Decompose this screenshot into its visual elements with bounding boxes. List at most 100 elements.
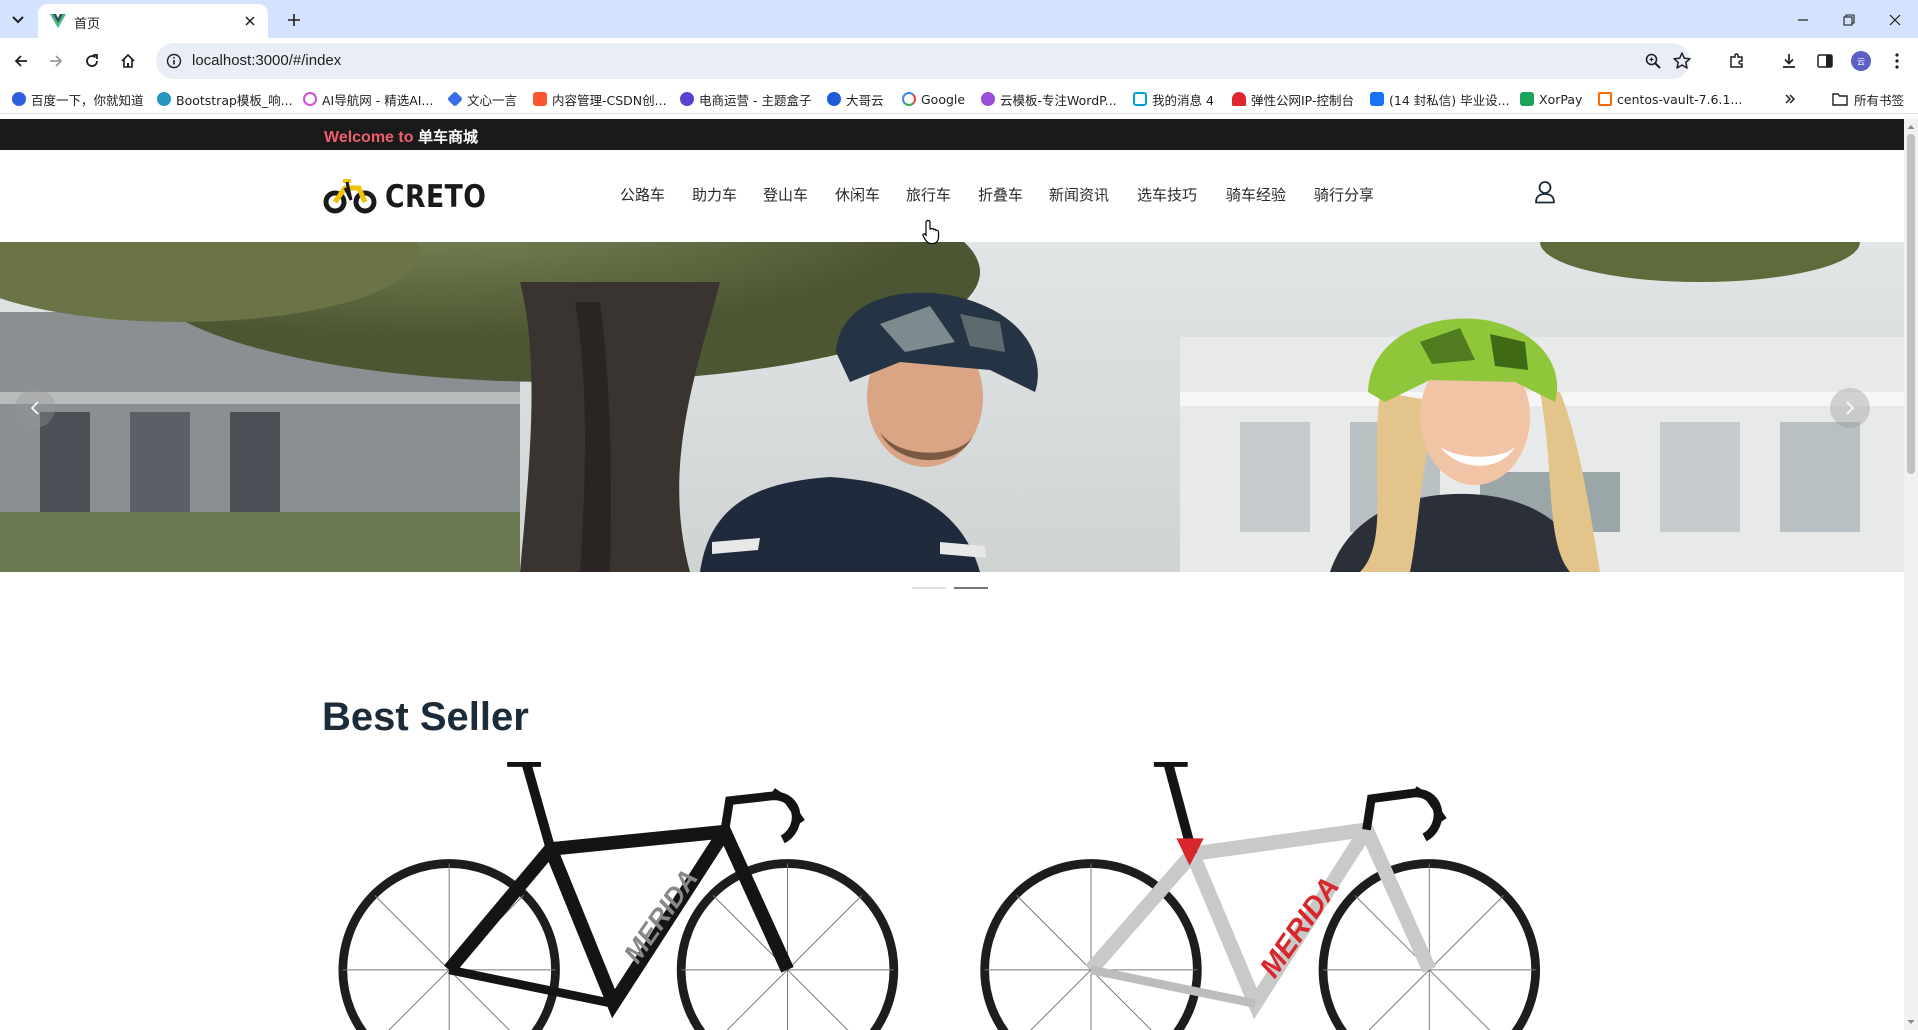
- chevron-down-icon: [12, 16, 24, 24]
- browser-tab-bar: 首页: [0, 0, 1918, 38]
- nav-mountain-bike[interactable]: 登山车: [763, 184, 808, 205]
- nav-folding-bike[interactable]: 折叠车: [978, 184, 1023, 205]
- folder-icon: [1832, 93, 1848, 106]
- bookmark-item[interactable]: 内容管理-CSDN创...: [533, 89, 667, 109]
- bookmark-item[interactable]: 云模板-专注WordP...: [981, 89, 1117, 109]
- bookmark-item[interactable]: 我的消息 4: [1133, 89, 1214, 109]
- bootstrap-icon: [157, 92, 171, 106]
- bookmark-label: 弹性公网IP-控制台: [1251, 92, 1354, 108]
- nav-riding-share[interactable]: 骑行分享: [1314, 184, 1374, 205]
- bookmark-label: 云模板-专注WordP...: [1000, 92, 1117, 108]
- nav-road-bike[interactable]: 公路车: [620, 184, 665, 205]
- bookmark-item[interactable]: 弹性公网IP-控制台: [1232, 89, 1354, 109]
- bookmark-item[interactable]: 电商运营 - 主题盒子: [680, 89, 811, 109]
- back-button[interactable]: [7, 47, 35, 75]
- carousel-indicator-2[interactable]: [954, 587, 988, 589]
- all-bookmarks-label: 所有书签: [1854, 92, 1905, 108]
- side-panel-icon: [1817, 54, 1833, 68]
- all-bookmarks-button[interactable]: 所有书签: [1832, 89, 1904, 109]
- new-tab-button[interactable]: [282, 8, 306, 32]
- nav-news[interactable]: 新闻资讯: [1049, 184, 1109, 205]
- bookmark-item[interactable]: 文心一言: [447, 89, 517, 109]
- extensions-button[interactable]: [1724, 48, 1750, 74]
- product-image-silver-road-bike[interactable]: MERIDA: [975, 762, 1555, 1030]
- bookmark-label: Bootstrap模板_响...: [176, 92, 293, 108]
- aliyun-icon: [1598, 92, 1612, 106]
- theme-box-icon: [680, 92, 694, 106]
- tab-search-button[interactable]: [6, 8, 30, 32]
- chevron-right-icon: [1846, 401, 1855, 415]
- site-logo[interactable]: CRETO: [323, 176, 486, 216]
- close-window-button[interactable]: [1872, 6, 1918, 34]
- arrow-left-icon: [14, 55, 27, 67]
- google-icon: [902, 92, 916, 106]
- active-tab[interactable]: 首页: [38, 4, 268, 38]
- bookmark-label: XorPay: [1539, 91, 1583, 107]
- huawei-icon: [1232, 92, 1246, 106]
- plus-icon: [288, 14, 300, 26]
- hand-cursor-icon: [922, 219, 940, 245]
- site-header: CRETO 公路车 助力车 登山车 休闲车 旅行车 折叠车 新闻资讯 选车技巧 …: [0, 150, 1904, 242]
- tab-title: 首页: [74, 17, 101, 32]
- hero-photo: [0, 242, 1904, 572]
- menu-button[interactable]: [1884, 48, 1910, 74]
- restore-icon: [1843, 14, 1855, 26]
- info-icon[interactable]: [166, 53, 182, 69]
- puzzle-icon: [1730, 53, 1743, 68]
- bookmark-item[interactable]: Google: [902, 89, 965, 109]
- bookmark-item[interactable]: 百度一下，你就知道: [12, 89, 144, 109]
- zoom-icon[interactable]: [1644, 52, 1662, 70]
- forward-button[interactable]: [42, 47, 70, 75]
- welcome-bar: Welcome to 单车商城: [0, 119, 1904, 150]
- logo-text: CRETO: [385, 179, 487, 215]
- section-title-best-seller: Best Seller: [322, 695, 529, 739]
- download-icon: [1783, 54, 1795, 68]
- carousel-indicator-1[interactable]: [912, 587, 946, 589]
- url-text[interactable]: localhost:3000/#/index: [192, 52, 341, 69]
- home-button[interactable]: [114, 47, 142, 75]
- address-bar[interactable]: localhost:3000/#/index: [156, 43, 1692, 79]
- paw-icon: [12, 92, 26, 106]
- nav-riding-experience[interactable]: 骑车经验: [1226, 184, 1286, 205]
- chevron-left-icon: [30, 401, 39, 415]
- home-icon: [121, 53, 135, 68]
- scroll-down-icon[interactable]: [1904, 1016, 1918, 1028]
- minimize-button[interactable]: [1780, 6, 1826, 34]
- page-scrollbar[interactable]: [1904, 119, 1918, 1030]
- reload-button[interactable]: [78, 47, 106, 75]
- hero-carousel[interactable]: [0, 242, 1904, 572]
- bookmark-star-icon[interactable]: [1672, 51, 1692, 71]
- nav-buying-tips[interactable]: 选车技巧: [1137, 184, 1197, 205]
- restore-button[interactable]: [1826, 6, 1872, 34]
- more-vertical-icon: [1895, 53, 1899, 69]
- user-icon[interactable]: [1534, 180, 1556, 204]
- bookmark-item[interactable]: XorPay: [1520, 89, 1582, 109]
- scrollbar-thumb[interactable]: [1907, 134, 1915, 474]
- carousel-next-button[interactable]: [1830, 388, 1870, 428]
- nav-leisure-bike[interactable]: 休闲车: [835, 184, 880, 205]
- bookmark-item[interactable]: 大哥云: [827, 89, 884, 109]
- close-icon: [245, 16, 255, 26]
- bookmarks-bar: 百度一下，你就知道 Bootstrap模板_响... AI导航网 - 精选AI.…: [0, 84, 1918, 114]
- bookmark-item[interactable]: (14 封私信) 毕业设...: [1370, 89, 1510, 109]
- yunmoban-icon: [981, 92, 995, 106]
- avatar-icon: 云: [1851, 51, 1871, 71]
- svg-text:云: 云: [1857, 58, 1865, 67]
- arrow-right-icon: [50, 55, 63, 67]
- scroll-up-icon[interactable]: [1904, 121, 1918, 133]
- welcome-text: Welcome to 单车商城: [324, 126, 478, 147]
- product-image-black-road-bike[interactable]: MERIDA: [338, 762, 918, 1030]
- bookmark-item[interactable]: AI导航网 - 精选AI...: [303, 89, 433, 109]
- tab-close-button[interactable]: [242, 13, 258, 29]
- more-bookmarks-button[interactable]: [1784, 89, 1796, 109]
- profile-button[interactable]: 云: [1848, 48, 1874, 74]
- bookmark-item[interactable]: Bootstrap模板_响...: [157, 89, 293, 109]
- nav-e-bike[interactable]: 助力车: [692, 184, 737, 205]
- nav-touring-bike[interactable]: 旅行车: [906, 184, 951, 205]
- minimize-icon: [1798, 19, 1808, 21]
- carousel-prev-button[interactable]: [15, 388, 55, 428]
- downloads-button[interactable]: [1776, 48, 1802, 74]
- side-panel-button[interactable]: [1812, 48, 1838, 74]
- bookmark-item[interactable]: centos-vault-7.6.1...: [1598, 89, 1742, 109]
- zhihu-icon: [1370, 92, 1384, 106]
